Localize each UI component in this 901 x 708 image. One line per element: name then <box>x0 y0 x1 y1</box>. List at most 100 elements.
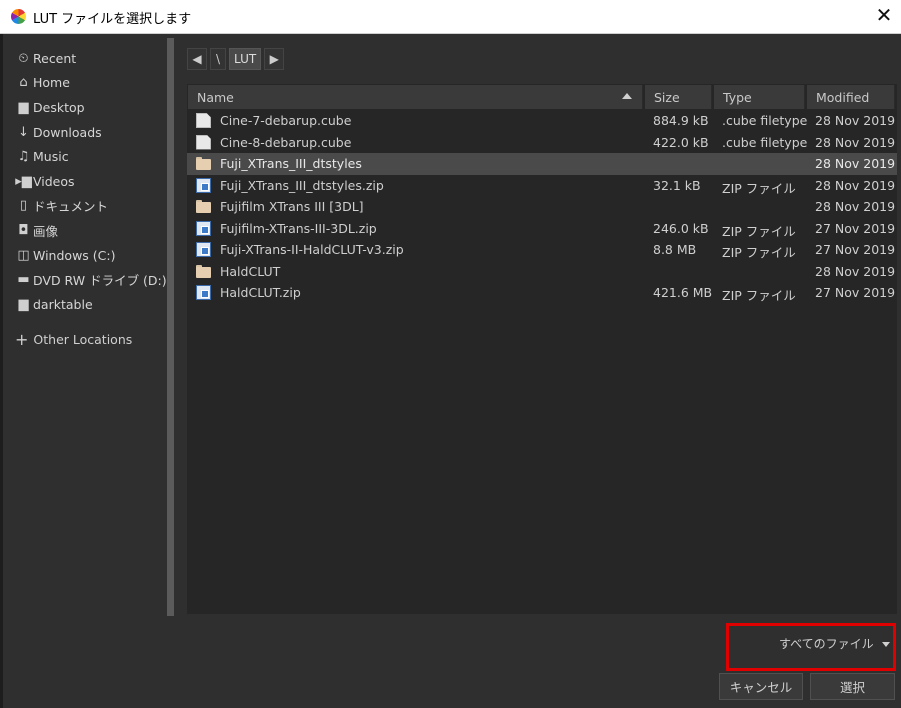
file-rows: Cine-7-debarup.cube 884.9 kB .cube filetyp… <box>187 110 897 304</box>
folder-icon: ▆ <box>18 296 29 312</box>
sort-ascending-icon <box>622 93 632 99</box>
column-size-label: Size <box>654 89 680 105</box>
file-row[interactable]: Cine-8-debarup.cube 422.0 kB .cube filetyp… <box>187 132 897 154</box>
file-size: 8.8 MB <box>653 242 697 257</box>
sidebar-item-label: Downloads <box>33 124 102 140</box>
file-modified: 28 Nov 2019 <box>815 134 896 150</box>
file-row[interactable]: HaldCLUT 28 Nov 2019 <box>187 261 897 283</box>
close-button[interactable]: ✕ <box>867 0 901 33</box>
optical-drive-icon: ▬ <box>17 272 30 288</box>
file-type: ZIP ファイル <box>722 288 796 303</box>
file-filter-dropdown[interactable]: すべてのファイル <box>779 635 890 652</box>
file-name: Fuji_XTrans_III_dtstyles <box>220 156 362 171</box>
path-root-button[interactable]: \ <box>210 48 226 70</box>
camera-icon: ◘ <box>18 222 29 238</box>
file-name: Fuji_XTrans_III_dtstyles.zip <box>220 177 384 193</box>
file-type: .cube filetype <box>722 134 808 150</box>
path-current-button[interactable]: LUT <box>229 48 262 70</box>
sidebar-item-label: darktable <box>33 296 93 312</box>
music-icon: ♫ <box>17 149 30 165</box>
other-locations-item[interactable]: + Other Locations <box>15 328 132 350</box>
folder-icon <box>196 264 211 279</box>
file-row[interactable]: Fujifilm XTrans III [3DL] 28 Nov 2019 <box>187 196 897 218</box>
sidebar-scrollbar[interactable] <box>167 38 174 616</box>
sidebar-item-6[interactable]: ▯ ドキュメント <box>15 194 167 219</box>
clock-icon: ⏲ <box>18 50 29 66</box>
document-icon: ▯ <box>19 198 28 214</box>
sidebar-item-label: DVD RW ドライブ (D:) <box>33 273 167 289</box>
sidebar-item-9[interactable]: ▬ DVD RW ドライブ (D:) <box>15 267 167 292</box>
file-row[interactable]: Fuji_XTrans_III_dtstyles.zip 32.1 kB ZIP フ… <box>187 175 897 197</box>
file-modified: 28 Nov 2019 <box>815 199 896 214</box>
folder-icon <box>196 199 211 214</box>
zip-archive-icon <box>196 285 211 300</box>
sidebar-item-2[interactable]: ▆ Desktop <box>15 95 167 120</box>
window-title: LUT ファイルを選択します <box>33 12 192 27</box>
zip-archive-icon <box>196 242 211 257</box>
file-name: Cine-7-debarup.cube <box>220 113 352 128</box>
file-modified: 28 Nov 2019 <box>815 263 896 279</box>
cancel-button[interactable]: キャンセル <box>719 673 803 700</box>
folder-icon <box>196 156 211 171</box>
file-size: 32.1 kB <box>653 177 701 193</box>
zip-archive-icon <box>196 177 211 193</box>
column-modified-label: Modified <box>816 89 870 105</box>
download-icon: ↓ <box>18 124 29 140</box>
sidebar-item-1[interactable]: ⌂ Home <box>15 71 167 96</box>
sidebar-item-8[interactable]: ◫ Windows (C:) <box>15 243 167 268</box>
folder-icon: ▆ <box>18 99 29 115</box>
file-size: 246.0 kB <box>653 220 709 236</box>
sidebar-item-label: Windows (C:) <box>33 247 116 263</box>
file-type: ZIP ファイル <box>722 223 796 239</box>
sidebar-item-10[interactable]: ▆ darktable <box>15 292 167 317</box>
file-modified: 27 Nov 2019 <box>815 285 896 300</box>
column-name-label: Name <box>197 89 234 105</box>
sidebar-item-7[interactable]: ◘ 画像 <box>15 218 167 243</box>
sidebar-item-label: 画像 <box>33 223 59 239</box>
app-icon <box>11 9 26 24</box>
file-row[interactable]: Fujifilm-XTrans-III-3DL.zip 246.0 kB ZIP フ… <box>187 218 897 240</box>
plus-icon: + <box>15 329 29 349</box>
path-forward-button[interactable]: ▶ <box>264 48 285 70</box>
column-header-name[interactable]: Name <box>188 85 643 109</box>
home-icon: ⌂ <box>19 75 28 91</box>
sidebar-item-label: Desktop <box>33 99 85 115</box>
file-type: ZIP ファイル <box>722 245 796 260</box>
sidebar-item-5[interactable]: ▸▆ Videos <box>15 169 167 194</box>
text-file-icon <box>196 113 211 128</box>
sidebar-item-0[interactable]: ⏲ Recent <box>15 46 167 71</box>
file-name: Fujifilm-XTrans-III-3DL.zip <box>220 220 377 236</box>
file-modified: 27 Nov 2019 <box>815 220 896 236</box>
sidebar-item-label: Videos <box>33 173 75 189</box>
places-sidebar: ⏲ Recent ⌂ Home ▆ Desktop ↓ Downloads ♫ Music ▸▆ Vi… <box>3 34 167 616</box>
sidebar-item-4[interactable]: ♫ Music <box>15 144 167 169</box>
zip-archive-icon <box>196 220 211 236</box>
file-row[interactable]: Fuji-XTrans-II-HaldCLUT-v3.zip 8.8 MB ZIP … <box>187 239 897 261</box>
text-file-icon <box>196 134 211 150</box>
path-back-button[interactable]: ◀ <box>187 48 207 70</box>
file-name: Cine-8-debarup.cube <box>220 134 352 150</box>
sidebar-item-label: ドキュメント <box>33 199 109 215</box>
file-size: 422.0 kB <box>653 134 709 150</box>
places-list: ⏲ Recent ⌂ Home ▆ Desktop ↓ Downloads ♫ Music ▸▆ Vi… <box>15 46 167 317</box>
column-header-type[interactable]: Type <box>714 85 805 109</box>
file-filter-value: すべてのファイル <box>779 637 874 651</box>
file-row[interactable]: Cine-7-debarup.cube 884.9 kB .cube filetyp… <box>187 110 897 132</box>
file-list: Name Size Type Modified Cine-7-debarup.c… <box>187 84 897 614</box>
file-type: ZIP ファイル <box>722 180 796 196</box>
column-header-size[interactable]: Size <box>645 85 712 109</box>
file-modified: 28 Nov 2019 <box>815 177 896 193</box>
file-row[interactable]: HaldCLUT.zip 421.6 MB ZIP ファイル 27 Nov 2019 <box>187 282 897 304</box>
sidebar-item-3[interactable]: ↓ Downloads <box>15 120 167 145</box>
column-header-modified[interactable]: Modified <box>807 85 895 109</box>
dropdown-caret-icon <box>881 642 890 647</box>
file-modified: 27 Nov 2019 <box>815 242 896 257</box>
file-row[interactable]: Fuji_XTrans_III_dtstyles 28 Nov 2019 <box>187 153 897 175</box>
file-name: Fujifilm XTrans III [3DL] <box>220 199 364 214</box>
file-modified: 28 Nov 2019 <box>815 113 896 128</box>
video-icon: ▸▆ <box>15 173 32 189</box>
file-type: .cube filetype <box>722 113 808 128</box>
title-bar: LUT ファイルを選択します ✕ <box>0 0 901 34</box>
other-locations-label: Other Locations <box>33 331 133 347</box>
select-button[interactable]: 選択 <box>810 673 895 700</box>
